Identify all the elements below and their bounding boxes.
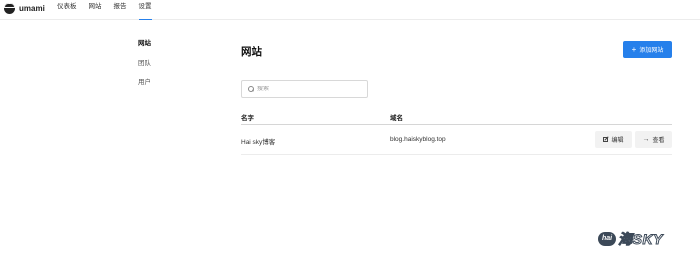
arrow-right-icon: → <box>642 136 650 143</box>
nav-item-settings[interactable]: 设置 <box>138 0 152 20</box>
website-name: Hai sky博客 <box>241 139 276 146</box>
edit-button[interactable]: 编辑 <box>595 131 632 148</box>
sidebar-item-websites[interactable]: 网站 <box>138 39 151 59</box>
main-nav: 仪表板 网站 报告 设置 <box>57 0 152 20</box>
edit-icon <box>603 137 609 142</box>
sidebar-item-teams[interactable]: 团队 <box>138 59 151 79</box>
add-website-label: 添加网站 <box>639 48 664 54</box>
brand[interactable]: umami <box>4 3 45 14</box>
add-website-button[interactable]: + 添加网站 <box>623 41 672 58</box>
top-navigation-bar: umami 仪表板 网站 报告 设置 <box>0 0 700 20</box>
website-domain: blog.haiskyblog.top <box>390 136 446 143</box>
nav-item-dashboard[interactable]: 仪表板 <box>57 0 77 20</box>
brand-name: umami <box>19 4 45 13</box>
table-row: Hai sky博客 blog.haiskyblog.top 编辑 → 查看 <box>241 125 672 155</box>
column-header-name: 名字 <box>241 115 254 122</box>
watermark-badge: hai <box>598 232 617 246</box>
sidebar-item-users[interactable]: 用户 <box>138 78 151 98</box>
umami-logo-icon <box>4 3 15 14</box>
websites-table: 名字 域名 Hai sky博客 blog.haiskyblog.top 编辑 →… <box>241 110 672 155</box>
nav-item-reports[interactable]: 报告 <box>114 0 127 20</box>
watermark-text: 海SKY <box>618 231 663 248</box>
watermark: hai 海SKY <box>598 229 663 249</box>
search-icon <box>248 86 254 92</box>
view-label: 查看 <box>652 138 665 144</box>
page-title: 网站 <box>241 46 262 58</box>
table-header: 名字 域名 <box>241 110 672 125</box>
search-input[interactable] <box>257 86 357 92</box>
view-button[interactable]: → 查看 <box>635 131 672 148</box>
nav-item-websites[interactable]: 网站 <box>89 0 102 20</box>
edit-label: 编辑 <box>611 138 624 144</box>
column-header-domain: 域名 <box>390 115 403 122</box>
settings-sidebar: 网站 团队 用户 <box>138 39 151 98</box>
plus-icon: + <box>631 44 637 54</box>
search-box[interactable] <box>241 80 368 98</box>
